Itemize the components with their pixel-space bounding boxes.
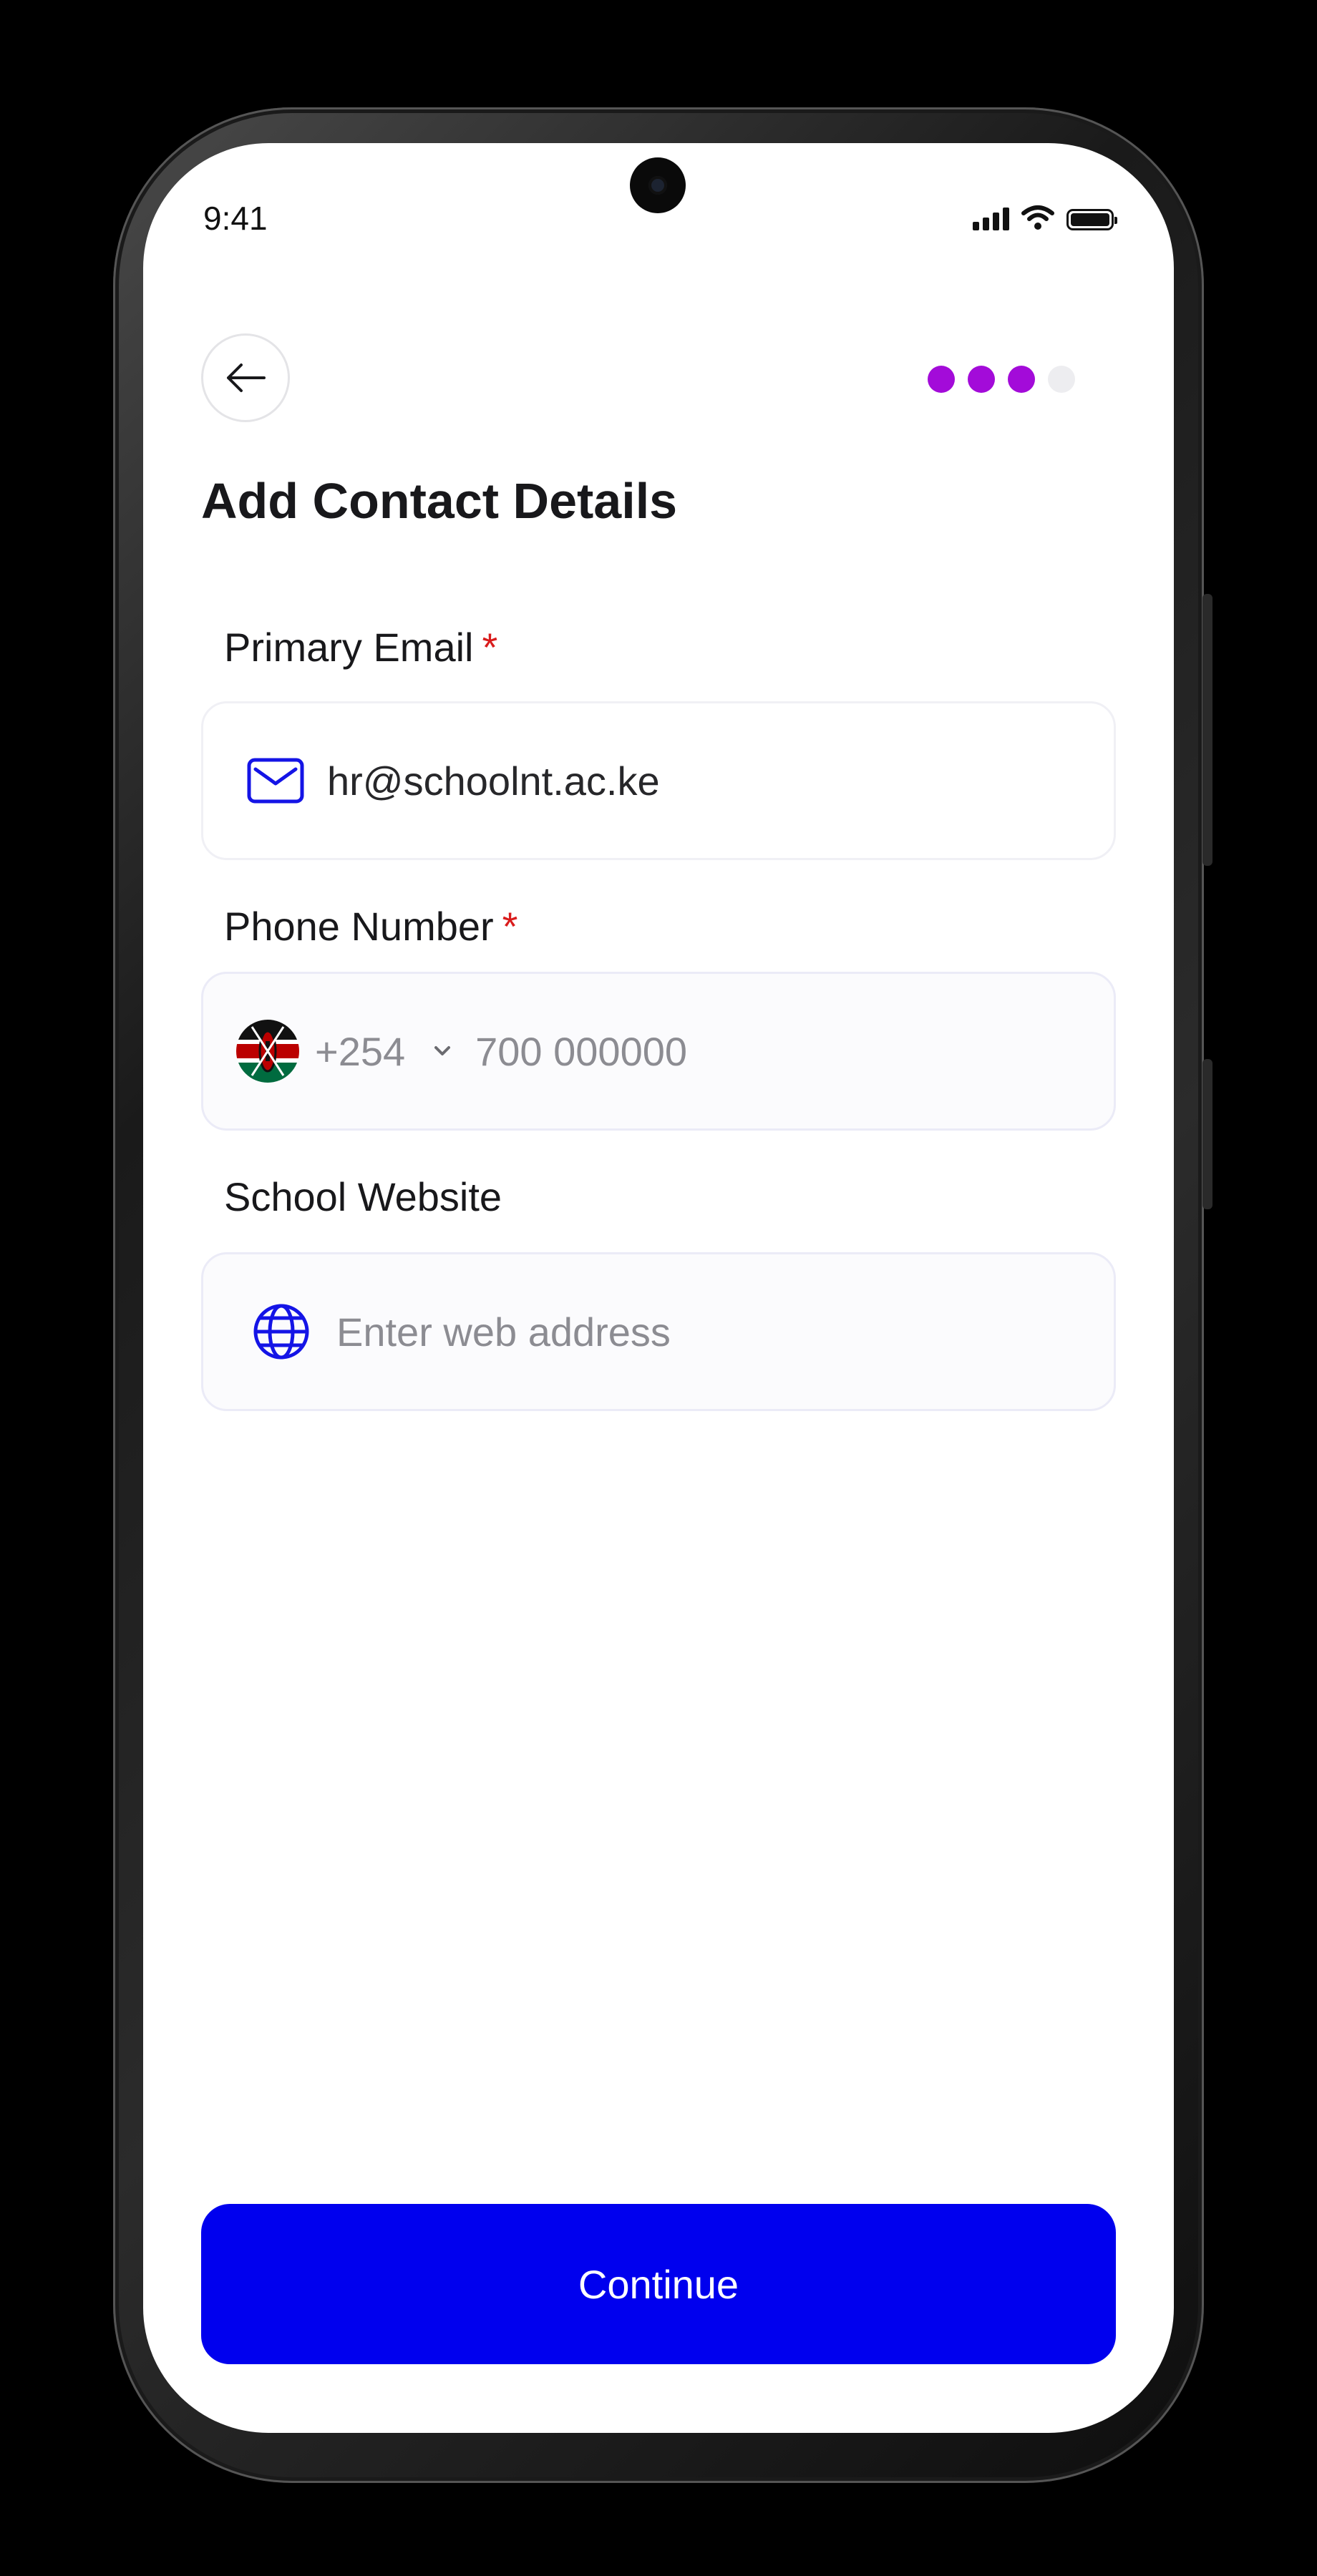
website-label: School Website (224, 1174, 502, 1219)
status-time: 9:41 (203, 200, 268, 237)
side-button (1202, 594, 1212, 866)
progress-dot-active (968, 366, 995, 393)
required-marker: * (502, 904, 518, 949)
front-camera (630, 157, 686, 213)
continue-button[interactable]: Continue (201, 2204, 1116, 2364)
back-button[interactable] (201, 333, 290, 422)
email-label: Primary Email * (224, 625, 498, 670)
chevron-down-icon[interactable] (432, 1044, 452, 1058)
arrow-left-icon (227, 364, 266, 392)
page-title: Add Contact Details (201, 473, 678, 529)
progress-dot-inactive (1048, 366, 1075, 393)
phone-input[interactable]: 700 000000 (475, 1028, 687, 1075)
signal-icon (973, 206, 1009, 230)
country-code: +254 (315, 1028, 406, 1074)
required-marker: * (482, 625, 498, 670)
progress-dots (928, 366, 1075, 393)
website-input[interactable]: Enter web address (336, 1309, 671, 1355)
kenya-flag-icon (236, 1020, 299, 1083)
phone-screen: 9:41 Add Contact Details Primary Email * … (143, 143, 1174, 2433)
progress-dot-active (928, 366, 955, 393)
battery-icon (1066, 209, 1117, 230)
email-field[interactable]: hr@schoolnt.ac.ke (201, 701, 1116, 860)
status-icons (973, 205, 1117, 230)
email-value: hr@schoolnt.ac.ke (327, 758, 660, 804)
globe-icon (253, 1304, 309, 1360)
phone-field[interactable]: +254 700 000000 (201, 972, 1116, 1131)
progress-dot-active (1008, 366, 1035, 393)
side-button (1202, 1059, 1212, 1209)
wifi-icon (1021, 205, 1054, 230)
mail-icon (247, 758, 304, 804)
website-field[interactable]: Enter web address (201, 1252, 1116, 1411)
phone-label: Phone Number * (224, 904, 518, 949)
